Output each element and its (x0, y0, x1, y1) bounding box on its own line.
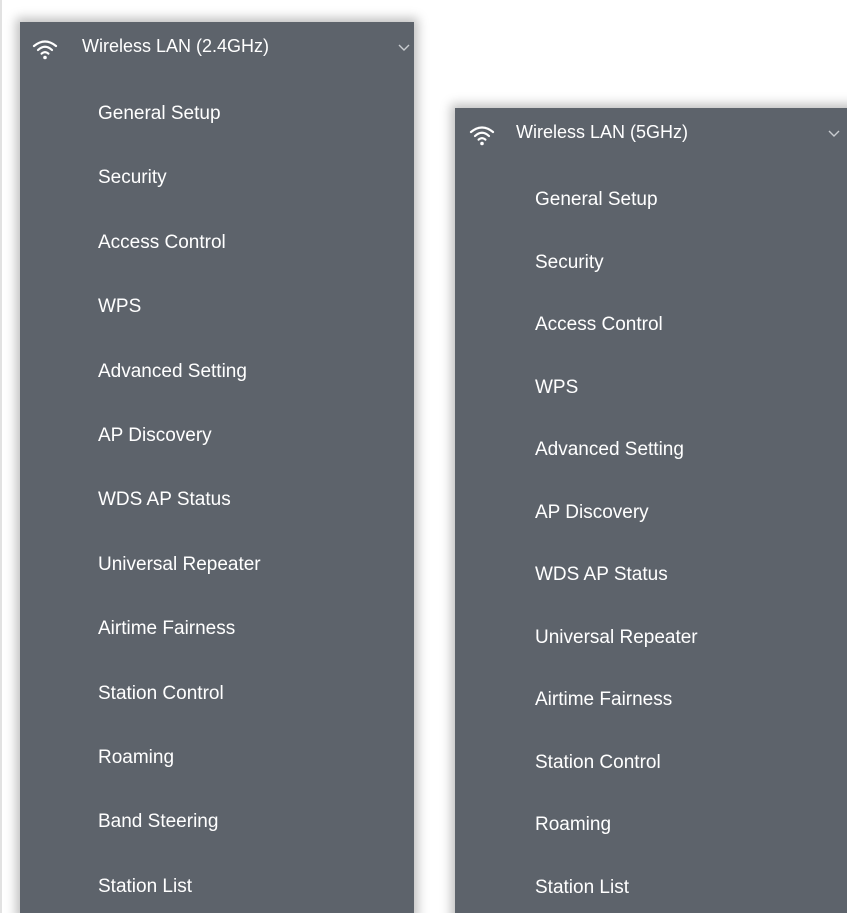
menu-item-wps[interactable]: WPS (455, 376, 847, 439)
menu-item-airtime-fairness[interactable]: Airtime Fairness (20, 617, 414, 681)
menu-item-station-control[interactable]: Station Control (20, 682, 414, 746)
wifi-icon (469, 126, 495, 146)
menu-item-roaming[interactable]: Roaming (20, 746, 414, 810)
menu-item-security[interactable]: Security (455, 251, 847, 314)
menu-item-universal-repeater[interactable]: Universal Repeater (20, 553, 414, 617)
menu-screenshot: Wireless LAN (2.4GHz) General Setup Secu… (0, 0, 847, 913)
wireless-lan-5ghz-menu: Wireless LAN (5GHz) General Setup Securi… (455, 108, 847, 913)
menu-item-access-control[interactable]: Access Control (20, 231, 414, 295)
menu-item-advanced-setting[interactable]: Advanced Setting (20, 360, 414, 424)
menu-item-band-steering[interactable]: Band Steering (20, 810, 414, 874)
menu-item-label: Advanced Setting (535, 439, 684, 460)
menu-item-label: Universal Repeater (98, 553, 261, 575)
wireless-lan-24ghz-menu: Wireless LAN (2.4GHz) General Setup Secu… (20, 22, 414, 913)
wireless-lan-24ghz-items: General Setup Security Access Control WP… (20, 102, 414, 913)
menu-item-label: Airtime Fairness (98, 618, 236, 640)
menu-item-label: Universal Repeater (535, 626, 698, 648)
menu-item-ap-discovery[interactable]: AP Discovery (455, 501, 847, 564)
menu-item-wps[interactable]: WPS (20, 295, 414, 359)
menu-item-general-setup[interactable]: General Setup (20, 102, 414, 166)
menu-item-label: Band Steering (98, 811, 219, 833)
menu-item-access-control[interactable]: Access Control (455, 313, 847, 376)
menu-item-label: Roaming (98, 746, 175, 768)
menu-item-advanced-setting[interactable]: Advanced Setting (455, 438, 847, 501)
menu-item-label: Security (98, 167, 167, 189)
wireless-lan-24ghz-label: Wireless LAN (2.4GHz) (82, 36, 270, 56)
menu-item-security[interactable]: Security (20, 166, 414, 230)
menu-item-label: WDS AP Status (535, 564, 668, 585)
menu-item-universal-repeater[interactable]: Universal Repeater (455, 626, 847, 689)
menu-item-label: WDS AP Status (98, 489, 231, 511)
menu-item-label: Station List (535, 876, 629, 898)
page-left-border (0, 0, 2, 913)
menu-item-label: Station Control (535, 751, 661, 773)
menu-item-ap-discovery[interactable]: AP Discovery (20, 424, 414, 488)
wireless-lan-24ghz-header[interactable]: Wireless LAN (2.4GHz) (20, 22, 414, 82)
menu-item-station-list[interactable]: Station List (20, 875, 414, 913)
menu-item-label: Security (535, 251, 604, 273)
menu-item-roaming[interactable]: Roaming (455, 813, 847, 876)
menu-item-label: AP Discovery (98, 424, 212, 446)
menu-item-label: Airtime Fairness (535, 689, 673, 710)
menu-item-label: WPS (535, 376, 579, 398)
menu-item-station-control[interactable]: Station Control (455, 751, 847, 814)
menu-item-label: General Setup (98, 103, 221, 124)
chevron-down-icon[interactable] (398, 44, 410, 52)
menu-item-general-setup[interactable]: General Setup (455, 188, 847, 251)
menu-item-label: Roaming (535, 814, 612, 835)
menu-item-label: AP Discovery (535, 501, 649, 523)
wireless-lan-5ghz-label: Wireless LAN (5GHz) (516, 122, 689, 142)
menu-item-station-list[interactable]: Station List (455, 876, 847, 913)
menu-item-label: WPS (98, 296, 142, 318)
menu-item-wds-ap-status[interactable]: WDS AP Status (455, 563, 847, 626)
menu-item-label: Advanced Setting (98, 360, 247, 382)
menu-item-wds-ap-status[interactable]: WDS AP Status (20, 488, 414, 552)
menu-item-label: Station Control (98, 682, 224, 704)
wireless-lan-5ghz-header[interactable]: Wireless LAN (5GHz) (455, 108, 847, 168)
menu-item-label: Station List (98, 875, 192, 897)
menu-item-label: General Setup (535, 189, 658, 210)
chevron-down-icon[interactable] (828, 130, 840, 138)
menu-item-airtime-fairness[interactable]: Airtime Fairness (455, 688, 847, 751)
menu-item-label: Access Control (535, 314, 663, 335)
menu-item-label: Access Control (98, 231, 226, 253)
wireless-lan-5ghz-items: General Setup Security Access Control WP… (455, 188, 847, 913)
wifi-icon (32, 40, 58, 60)
